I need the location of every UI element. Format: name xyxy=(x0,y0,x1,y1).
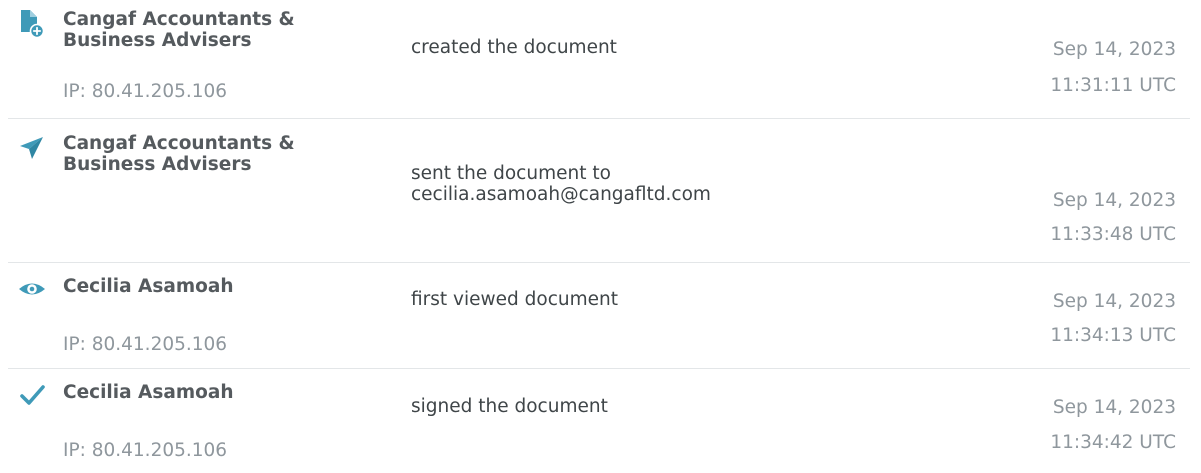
event-date: Sep 14, 2023 xyxy=(1052,397,1176,418)
event-action: first viewed document xyxy=(411,289,618,310)
audit-trail: Cangaf Accountants & Business Advisers I… xyxy=(0,0,1201,473)
audit-event-signed: Cecilia Asamoah IP: 80.41.205.106 signed… xyxy=(0,369,1201,473)
paper-plane-icon xyxy=(18,134,46,162)
event-date: Sep 14, 2023 xyxy=(1052,39,1176,60)
event-time: 11:34:42 UTC xyxy=(1050,432,1176,453)
event-time: 11:33:48 UTC xyxy=(1050,224,1176,245)
event-actor: Cecilia Asamoah xyxy=(63,276,234,297)
event-action: created the document xyxy=(411,37,617,58)
event-date: Sep 14, 2023 xyxy=(1052,190,1176,211)
event-date: Sep 14, 2023 xyxy=(1052,291,1176,312)
audit-event-created: Cangaf Accountants & Business Advisers I… xyxy=(0,0,1201,118)
eye-icon xyxy=(18,275,46,303)
document-add-icon xyxy=(18,10,46,38)
audit-event-viewed: Cecilia Asamoah IP: 80.41.205.106 first … xyxy=(0,263,1201,368)
event-actor: Cangaf Accountants & Business Advisers xyxy=(63,9,295,51)
event-action: sent the document to cecilia.asamoah@can… xyxy=(411,163,711,205)
event-ip-address: IP: 80.41.205.106 xyxy=(63,334,228,355)
event-time: 11:34:13 UTC xyxy=(1050,325,1176,346)
event-actor: Cecilia Asamoah xyxy=(63,382,234,403)
event-actor: Cangaf Accountants & Business Advisers xyxy=(63,133,295,175)
event-time: 11:31:11 UTC xyxy=(1050,75,1176,96)
event-action: signed the document xyxy=(411,396,608,417)
event-ip-address: IP: 80.41.205.106 xyxy=(63,440,228,461)
audit-event-sent: Cangaf Accountants & Business Advisers s… xyxy=(0,119,1201,262)
event-ip-address: IP: 80.41.205.106 xyxy=(63,81,228,102)
checkmark-icon xyxy=(18,381,46,409)
